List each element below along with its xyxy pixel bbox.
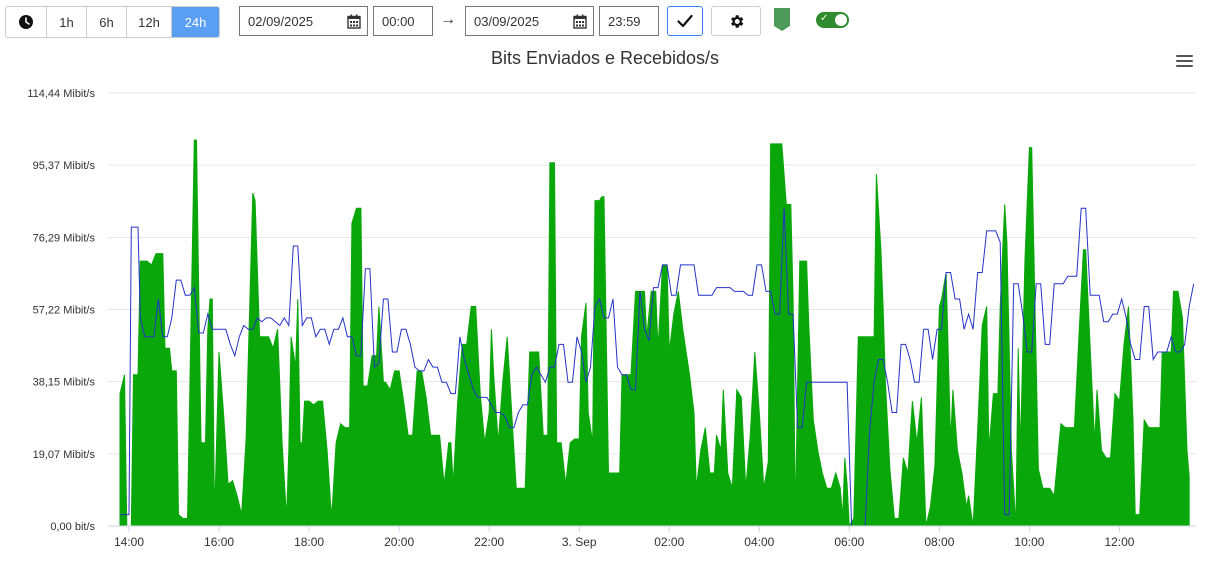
x-tick-label: 14:00 bbox=[114, 535, 144, 549]
calendar-icon[interactable] bbox=[573, 14, 587, 29]
y-tick-label: 38,15 Mibit/s bbox=[33, 377, 96, 389]
range-24h-button[interactable]: 24h bbox=[172, 7, 219, 37]
x-tick-label: 06:00 bbox=[834, 535, 864, 549]
check-icon bbox=[677, 14, 693, 28]
x-tick-label: 12:00 bbox=[1104, 535, 1134, 549]
range-6h-button[interactable]: 6h bbox=[87, 7, 127, 37]
y-tick-label: 57,22 Mibit/s bbox=[33, 305, 96, 317]
apply-button[interactable] bbox=[667, 6, 703, 36]
toggle-switch[interactable]: ✓ bbox=[816, 12, 849, 28]
shield-icon[interactable] bbox=[773, 7, 791, 32]
settings-button[interactable] bbox=[711, 6, 761, 36]
start-time-value: 00:00 bbox=[382, 13, 415, 29]
y-axis: 0,00 bit/s 19,07 Mibit/s 38,15 Mibit/s 57,2… bbox=[27, 88, 95, 533]
clock-button[interactable] bbox=[6, 7, 47, 37]
x-axis: 14:00 16:00 18:00 20:00 22:00 3. Sep 02:00 04:0… bbox=[108, 525, 1196, 549]
toolbar: 1h 6h 12h 24h 02/09/2025 00:00 → 03/09/2… bbox=[0, 0, 1208, 42]
start-date-field[interactable]: 02/09/2025 bbox=[239, 6, 368, 36]
x-tick-label: 18:00 bbox=[294, 535, 324, 549]
y-tick-label: 0,00 bit/s bbox=[50, 521, 95, 533]
y-tick-label: 19,07 Mibit/s bbox=[33, 449, 96, 461]
end-time-field[interactable]: 23:59 bbox=[599, 6, 659, 36]
gear-icon bbox=[730, 14, 743, 28]
y-tick-label: 95,37 Mibit/s bbox=[33, 160, 96, 172]
chart-title: Bits Enviados e Recebidos/s bbox=[491, 48, 719, 68]
clock-icon bbox=[19, 15, 33, 29]
x-tick-label: 22:00 bbox=[474, 535, 504, 549]
series-layer bbox=[119, 139, 1195, 528]
range-1h-button[interactable]: 1h bbox=[47, 7, 87, 37]
start-date-value: 02/09/2025 bbox=[248, 13, 314, 29]
x-tick-label: 04:00 bbox=[744, 535, 774, 549]
end-time-value: 23:59 bbox=[608, 13, 641, 29]
x-tick-label: 16:00 bbox=[204, 535, 234, 549]
received-area-series bbox=[119, 139, 1190, 528]
range-12h-button[interactable]: 12h bbox=[127, 7, 172, 37]
end-date-field[interactable]: 03/09/2025 bbox=[465, 6, 594, 36]
calendar-icon[interactable] bbox=[347, 14, 361, 29]
time-range-group: 1h 6h 12h 24h bbox=[5, 6, 220, 38]
x-tick-label: 02:00 bbox=[654, 535, 684, 549]
arrow-right-icon: → bbox=[440, 11, 456, 28]
end-date-value: 03/09/2025 bbox=[474, 13, 540, 29]
x-tick-label: 3. Sep bbox=[562, 535, 597, 549]
toggle-knob bbox=[835, 14, 847, 26]
y-tick-label: 114,44 Mibit/s bbox=[27, 88, 95, 100]
bandwidth-chart: Bits Enviados e Recebidos/s 0,00 bit/s 19… bbox=[27, 48, 1196, 549]
x-tick-label: 20:00 bbox=[384, 535, 414, 549]
y-tick-label: 76,29 Mibit/s bbox=[33, 232, 96, 244]
x-tick-label: 08:00 bbox=[924, 535, 954, 549]
check-icon: ✓ bbox=[820, 13, 829, 24]
x-tick-label: 10:00 bbox=[1014, 535, 1044, 549]
start-time-field[interactable]: 00:00 bbox=[373, 6, 433, 36]
